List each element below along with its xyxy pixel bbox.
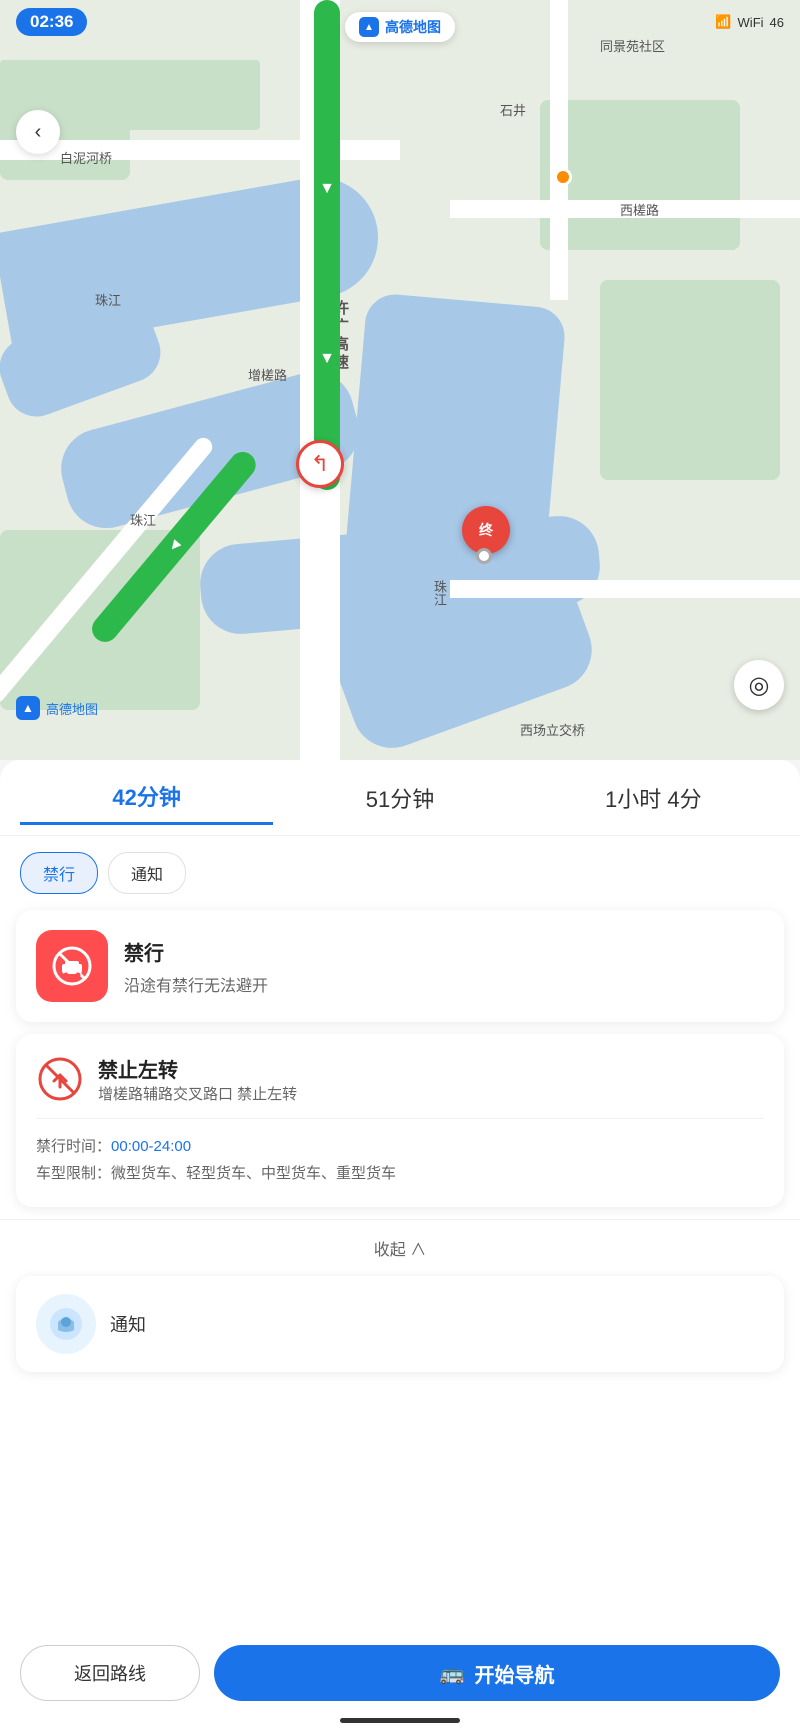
detail-subtitle: 增槎路辅路交叉路口 禁止左转 xyxy=(98,1083,297,1104)
label-zengshe: 增槎路 xyxy=(248,365,287,384)
filter-tab-jinhang[interactable]: 禁行 xyxy=(20,852,98,894)
wifi-icon: WiFi xyxy=(738,15,764,30)
time-tab-2[interactable]: 1小时 4分 xyxy=(527,782,780,824)
back-route-button[interactable]: 返回路线 xyxy=(20,1645,200,1701)
detail-title: 禁止左转 xyxy=(98,1054,297,1083)
detail-vehicle-value: 微型货车、轻型货车、中型货车、重型货车 xyxy=(111,1165,396,1182)
map-back-button[interactable]: ‹ xyxy=(16,110,60,154)
end-dot xyxy=(476,548,492,564)
action-bar: 返回路线 🚌 开始导航 xyxy=(0,1633,800,1731)
filter-tabs: 禁行 通知 xyxy=(0,836,800,910)
navigate-icon: 🚌 xyxy=(440,1661,465,1686)
road-horizontal-3 xyxy=(450,580,800,598)
signal-icon: 📶 xyxy=(715,14,731,30)
detail-card: 禁止左转 增槎路辅路交叉路口 禁止左转 禁行时间：00:00-24:00 车型限… xyxy=(16,1034,784,1207)
label-baini: 白泥河桥 xyxy=(60,148,112,167)
label-zhujiang-3: 珠江 xyxy=(430,580,449,606)
road-vertical-1 xyxy=(550,0,568,300)
gaode-logo-icon: ▲ xyxy=(16,696,40,720)
label-zhujiang-1: 珠江 xyxy=(95,290,121,309)
detail-text: 禁止左转 增槎路辅路交叉路口 禁止左转 xyxy=(98,1054,297,1104)
detail-time-value: 00:00-24:00 xyxy=(111,1138,191,1155)
location-button[interactable]: ◎ xyxy=(734,660,784,710)
alert-desc: 沿途有禁行无法避开 xyxy=(124,972,268,996)
map-area[interactable]: ▼ ▼ ▼ ↰ 终 白泥河桥 珠江 珠江 增槎路 许广高速 西场立交桥 同景苑社… xyxy=(0,0,800,760)
poi-orange xyxy=(554,168,572,186)
collapse-button[interactable]: 收起 ∧ xyxy=(0,1219,800,1276)
time-tab-0[interactable]: 42分钟 xyxy=(20,780,273,825)
start-navigate-button[interactable]: 🚌 开始导航 xyxy=(214,1645,780,1701)
home-indicator xyxy=(340,1718,460,1723)
status-time: 02:36 xyxy=(16,8,87,36)
status-bar: 02:36 📶 WiFi 46 xyxy=(0,0,800,44)
battery-icon: 46 xyxy=(770,15,784,30)
notification-icon xyxy=(36,1294,96,1354)
time-tab-1[interactable]: 51分钟 xyxy=(273,782,526,824)
alert-card: 禁行 沿途有禁行无法避开 xyxy=(16,910,784,1022)
notification-label: 通知 xyxy=(110,1311,146,1337)
label-zhujiang-2: 珠江 xyxy=(130,510,156,529)
detail-icon xyxy=(36,1055,84,1103)
status-icons: 📶 WiFi 46 xyxy=(715,14,784,30)
turn-marker: ↰ xyxy=(296,440,344,488)
detail-time-row: 禁行时间：00:00-24:00 xyxy=(36,1133,764,1160)
detail-card-header: 禁止左转 增槎路辅路交叉路口 禁止左转 xyxy=(36,1054,764,1104)
label-shijing: 石井 xyxy=(500,100,526,119)
gaode-logo: ▲ 高德地图 xyxy=(16,696,98,720)
end-marker: 终 xyxy=(462,506,510,554)
bottom-panel: 42分钟 51分钟 1小时 4分 禁行 通知 xyxy=(0,760,800,1731)
time-tabs: 42分钟 51分钟 1小时 4分 xyxy=(0,760,800,836)
alert-title: 禁行 xyxy=(124,937,268,966)
land-3 xyxy=(600,280,780,480)
notification-peek-card: 通知 xyxy=(16,1276,784,1372)
label-xichang: 西场立交桥 xyxy=(520,720,585,739)
detail-vehicle-row: 车型限制：微型货车、轻型货车、中型货车、重型货车 xyxy=(36,1160,764,1187)
alert-icon xyxy=(36,930,108,1002)
alert-content: 禁行 沿途有禁行无法避开 xyxy=(124,937,268,996)
route-vertical: ▼ ▼ xyxy=(314,0,340,490)
detail-divider xyxy=(36,1118,764,1119)
filter-tab-tongzhi[interactable]: 通知 xyxy=(108,852,186,894)
label-xicui: 西槎路 xyxy=(620,200,659,219)
